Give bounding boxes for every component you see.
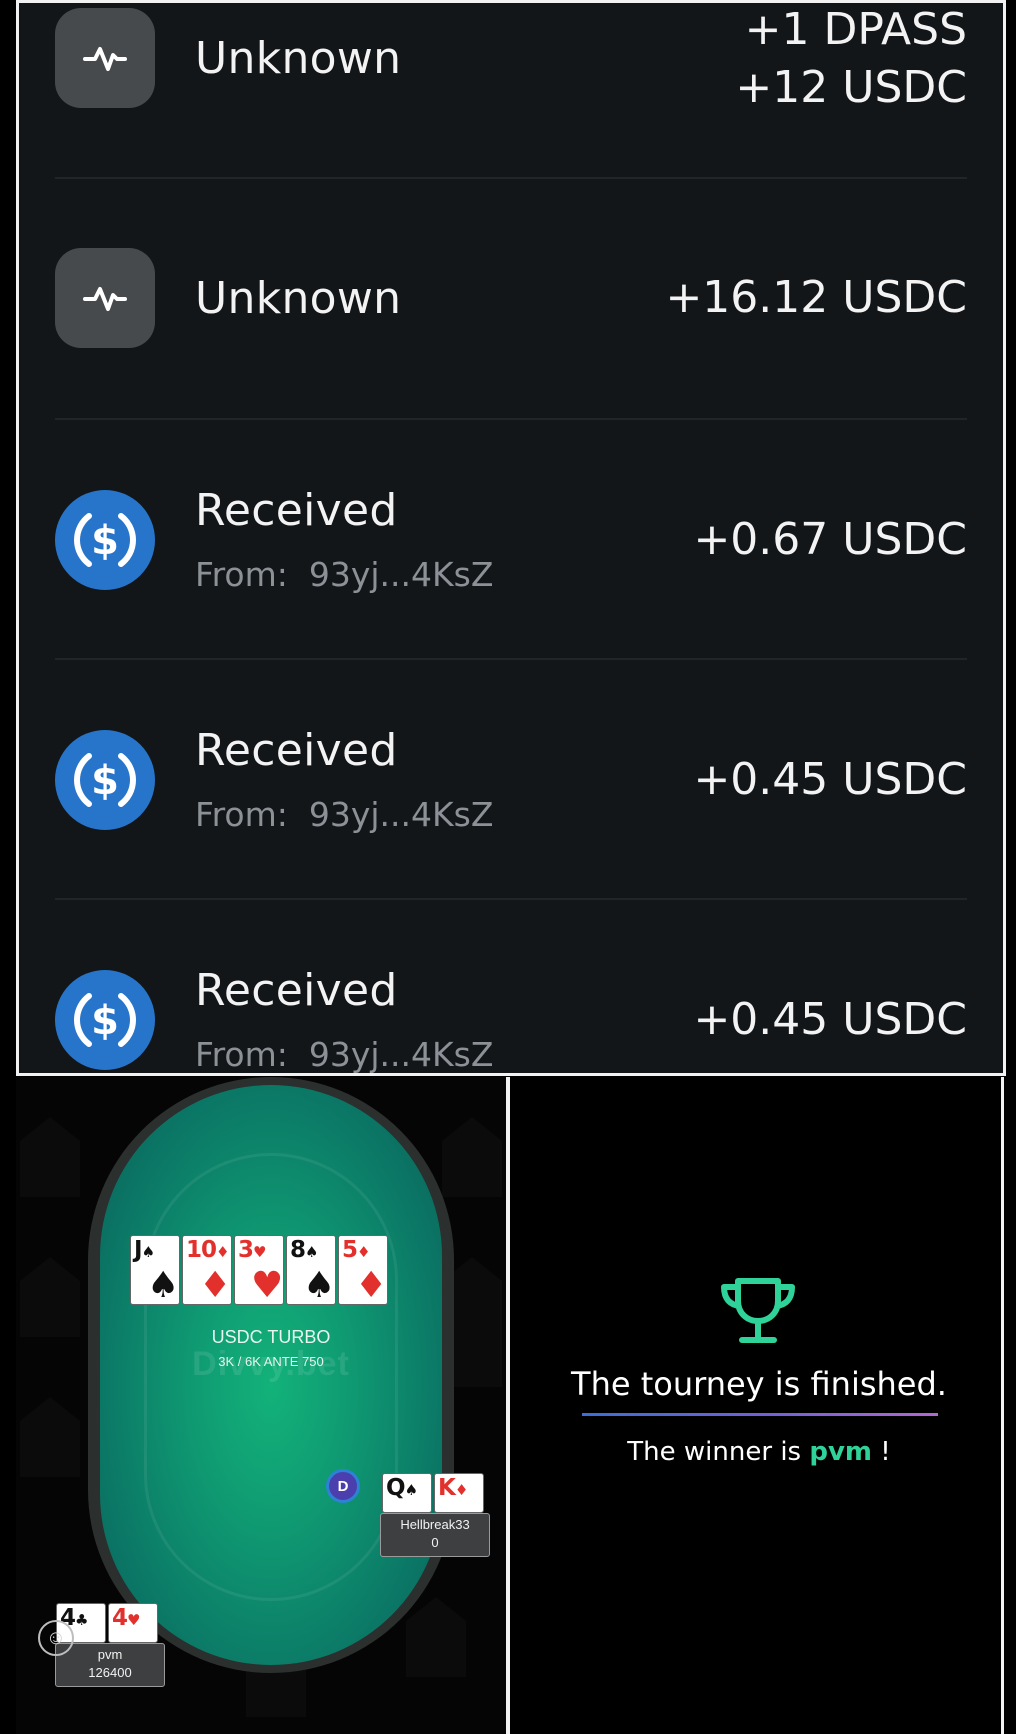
activity-icon bbox=[55, 248, 155, 348]
transaction-title: Unknown bbox=[195, 33, 402, 84]
transaction-sender: From: 93yj...4KsZ bbox=[195, 555, 494, 594]
transaction-amount: +0.45 USDC bbox=[693, 751, 967, 809]
player-stack: 0 bbox=[431, 1535, 439, 1550]
player-seat-pvm[interactable]: pvm 126400 bbox=[55, 1643, 165, 1687]
background-seat bbox=[406, 1597, 466, 1677]
diamond-icon: ♦ bbox=[199, 1265, 232, 1306]
svg-text:$: $ bbox=[91, 998, 119, 1044]
divider bbox=[55, 177, 967, 179]
activity-icon bbox=[55, 8, 155, 108]
transaction-title: Received bbox=[195, 485, 398, 536]
table-name: USDC TURBO bbox=[211, 1327, 331, 1347]
table-blinds: 3K / 6K ANTE 750 bbox=[218, 1354, 324, 1369]
transaction-amount: +1 DPASS +12 USDC bbox=[735, 3, 967, 117]
transaction-amount-line: +16.12 USDC bbox=[665, 272, 967, 323]
divider bbox=[582, 1413, 938, 1416]
player-seat-hellbreak33[interactable]: Hellbreak33 0 bbox=[380, 1513, 490, 1557]
transaction-amount-line: +0.67 USDC bbox=[693, 514, 967, 565]
card-rank: 8♠ bbox=[290, 1237, 319, 1263]
player-name: Hellbreak33 bbox=[400, 1517, 470, 1532]
tourney-result-panel: The tourney is finished. The winner is p… bbox=[514, 1077, 1004, 1734]
diamond-icon: ♦ bbox=[355, 1265, 388, 1306]
screenshot-collage: Unknown +1 DPASS +12 USDC Unknown +16.12… bbox=[0, 0, 1016, 1734]
transaction-amount: +0.67 USDC bbox=[693, 511, 967, 569]
trophy-icon bbox=[721, 1278, 795, 1343]
divider bbox=[55, 658, 967, 660]
transaction-row[interactable]: $ Received From: 93yj...4KsZ +0.45 USDC bbox=[19, 963, 1003, 1074]
transaction-sender: From: 93yj...4KsZ bbox=[195, 795, 494, 834]
transaction-title: Unknown bbox=[195, 273, 402, 324]
transaction-row[interactable]: $ Received From: 93yj...4KsZ +0.45 USDC bbox=[19, 723, 1003, 963]
transaction-row[interactable]: Unknown +16.12 USDC bbox=[19, 243, 1003, 483]
background-seat bbox=[442, 1117, 502, 1197]
divider bbox=[55, 418, 967, 420]
tourney-status-title: The tourney is finished. bbox=[571, 1365, 947, 1403]
spade-icon: ♠ bbox=[147, 1265, 180, 1306]
background-seat bbox=[20, 1117, 80, 1197]
card-rank: Q♠ bbox=[386, 1475, 418, 1501]
divider bbox=[55, 898, 967, 900]
svg-text:$: $ bbox=[91, 518, 119, 564]
winner-prefix: The winner is bbox=[627, 1437, 810, 1467]
transaction-row[interactable]: Unknown +1 DPASS +12 USDC bbox=[19, 3, 1003, 243]
card-rank: 3♥ bbox=[238, 1237, 267, 1263]
hole-card: 4♥ bbox=[108, 1603, 158, 1643]
winner-name: pvm bbox=[809, 1437, 873, 1467]
board-card: 3♥ ♥ bbox=[234, 1235, 284, 1305]
card-rank: 10♦ bbox=[186, 1237, 230, 1263]
board-card: 10♦ ♦ bbox=[182, 1235, 232, 1305]
transaction-amount: +16.12 USDC bbox=[665, 269, 967, 327]
card-rank: K♦ bbox=[438, 1475, 468, 1501]
usdc-icon: $ bbox=[55, 970, 155, 1070]
transaction-amount: +0.45 USDC bbox=[693, 991, 967, 1049]
player-name: pvm bbox=[97, 1647, 123, 1662]
svg-text:$: $ bbox=[91, 758, 119, 804]
winner-suffix: ! bbox=[872, 1437, 891, 1467]
board-card: 5♦ ♦ bbox=[338, 1235, 388, 1305]
hole-card: Q♠ bbox=[382, 1473, 432, 1513]
background-seat bbox=[20, 1397, 80, 1477]
spade-icon: ♠ bbox=[303, 1265, 336, 1306]
transaction-sender: From: 93yj...4KsZ bbox=[195, 1035, 494, 1074]
usdc-icon: $ bbox=[55, 730, 155, 830]
player-stack: 126400 bbox=[88, 1665, 132, 1680]
transaction-title: Received bbox=[195, 965, 398, 1016]
smiley-icon[interactable]: ☺ bbox=[38, 1620, 74, 1656]
board-card: 8♠ ♠ bbox=[286, 1235, 336, 1305]
poker-table-view: J♠ ♠ 10♦ ♦ 3♥ ♥ 8♠ ♠ 5♦ ♦ Divvy.bet USDC… bbox=[16, 1077, 510, 1734]
usdc-icon: $ bbox=[55, 490, 155, 590]
background-seat bbox=[20, 1257, 80, 1337]
card-rank: 5♦ bbox=[342, 1237, 371, 1263]
card-rank: 4♥ bbox=[112, 1605, 141, 1631]
transaction-amount-line: +0.45 USDC bbox=[693, 754, 967, 805]
hole-card: K♦ bbox=[434, 1473, 484, 1513]
winner-announcement: The winner is pvm ! bbox=[514, 1437, 1004, 1467]
transaction-title: Received bbox=[195, 725, 398, 776]
transaction-amount-line: +1 DPASS bbox=[744, 4, 967, 55]
board-card: J♠ ♠ bbox=[130, 1235, 180, 1305]
transaction-row[interactable]: $ Received From: 93yj...4KsZ +0.67 USDC bbox=[19, 483, 1003, 723]
dealer-button: D bbox=[326, 1469, 360, 1503]
transaction-amount-line: +0.45 USDC bbox=[693, 994, 967, 1045]
heart-icon: ♥ bbox=[251, 1265, 284, 1306]
wallet-activity-list: Unknown +1 DPASS +12 USDC Unknown +16.12… bbox=[16, 0, 1006, 1076]
card-rank: J♠ bbox=[134, 1237, 155, 1263]
transaction-amount-line: +12 USDC bbox=[735, 62, 967, 113]
